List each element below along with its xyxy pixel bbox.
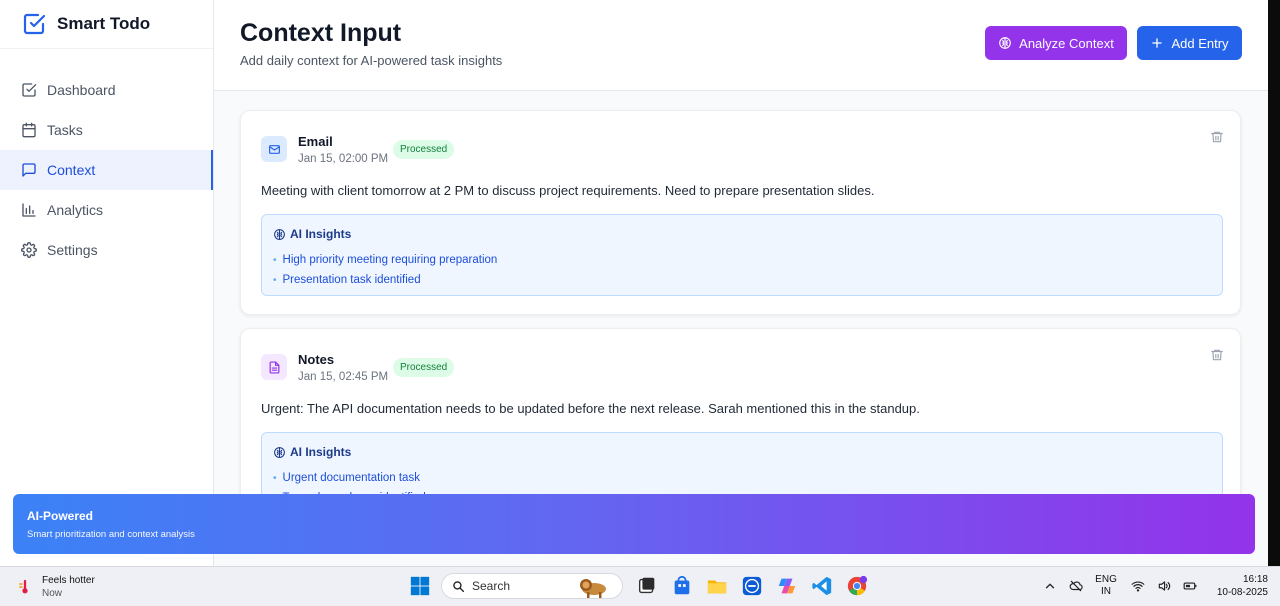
- file-explorer-icon[interactable]: [703, 572, 731, 600]
- brain-icon: [274, 228, 285, 240]
- entry-source: Notes: [298, 352, 335, 367]
- sidebar-item-label: Analytics: [47, 202, 104, 218]
- sidebar-item-label: Context: [47, 162, 96, 178]
- vscode-icon[interactable]: [808, 572, 836, 600]
- context-entry-card: Email Jan 15, 02:00 PM Processed Meeting…: [240, 110, 1241, 315]
- sidebar-item-label: Settings: [47, 242, 98, 258]
- entry-content: Meeting with client tomorrow at 2 PM to …: [261, 183, 875, 198]
- taskbar: Feels hotter Now Search ENG IN 16:18 10-…: [0, 566, 1280, 606]
- chevron-up-icon[interactable]: [1043, 579, 1057, 593]
- sidebar-item-dashboard[interactable]: Dashboard: [0, 70, 213, 110]
- ai-powered-banner: AI-Powered Smart prioritization and cont…: [13, 494, 1255, 554]
- sidebar-item-analytics[interactable]: Analytics: [0, 190, 213, 230]
- entry-source: Email: [298, 134, 333, 149]
- search-placeholder: Search: [472, 579, 511, 593]
- weather-title: Feels hotter: [42, 575, 95, 586]
- document-icon: [261, 354, 287, 380]
- language-code: ENG: [1095, 574, 1117, 585]
- banner-subtitle: Smart prioritization and context analysi…: [27, 529, 195, 540]
- cloud-sync-icon[interactable]: [1069, 579, 1083, 593]
- ai-insights-heading: AI Insights: [273, 445, 351, 459]
- system-tray: ENG IN 16:18 10-08-2025: [1043, 573, 1268, 599]
- region-code: IN: [1101, 586, 1111, 597]
- brand[interactable]: Smart Todo: [0, 0, 213, 49]
- ai-insights-title: AI Insights: [290, 227, 352, 241]
- ai-insights-title: AI Insights: [290, 445, 352, 459]
- battery-icon[interactable]: [1183, 579, 1197, 593]
- brain-icon: [274, 446, 285, 458]
- weather-subtitle: Now: [42, 588, 63, 599]
- sidebar-item-tasks[interactable]: Tasks: [0, 110, 213, 150]
- trash-icon[interactable]: [1210, 348, 1224, 362]
- entry-timestamp: Jan 15, 02:45 PM: [298, 371, 389, 383]
- checkbox-icon: [22, 83, 37, 97]
- sidebar: Smart Todo Dashboard Tasks Context Analy…: [0, 0, 214, 566]
- sidebar-nav: Dashboard Tasks Context Analytics Settin…: [0, 70, 213, 270]
- page-subtitle: Add daily context for AI-powered task in…: [240, 53, 503, 68]
- volume-icon[interactable]: [1157, 579, 1171, 593]
- banner-title: AI-Powered: [27, 509, 94, 523]
- page-title: Context Input: [240, 19, 402, 47]
- add-entry-button[interactable]: Add Entry: [1137, 26, 1242, 60]
- clock-time: 16:18: [1242, 574, 1268, 585]
- language-indicator[interactable]: ENG IN: [1095, 574, 1117, 598]
- thermometer-icon: [19, 579, 28, 594]
- sidebar-item-context[interactable]: Context: [0, 150, 213, 190]
- insight-item: Presentation task identified: [273, 270, 497, 290]
- insight-item: High priority meeting requiring preparat…: [273, 250, 498, 270]
- analyze-context-button[interactable]: Analyze Context: [985, 26, 1127, 60]
- ai-insights-panel: AI Insights High priority meeting requir…: [261, 214, 1223, 296]
- ai-insights-heading: AI Insights: [273, 227, 351, 241]
- copilot-icon[interactable]: [773, 572, 801, 600]
- entry-timestamp: Jan 15, 02:00 PM: [298, 153, 389, 165]
- trash-icon[interactable]: [1210, 130, 1224, 144]
- dell-icon[interactable]: [738, 572, 766, 600]
- clock[interactable]: 16:18 10-08-2025: [1217, 573, 1268, 599]
- insight-item: Urgent documentation task: [273, 468, 426, 488]
- calendar-icon: [22, 122, 36, 138]
- taskbar-search[interactable]: Search: [441, 573, 623, 599]
- sidebar-item-label: Dashboard: [47, 82, 116, 98]
- clock-date: 10-08-2025: [1216, 587, 1268, 598]
- analyze-context-label: Analyze Context: [1019, 35, 1114, 51]
- search-icon: [453, 580, 465, 592]
- window-edge: [1268, 0, 1280, 566]
- add-entry-label: Add Entry: [1171, 35, 1229, 51]
- app-name: Smart Todo: [57, 14, 151, 33]
- taskbar-apps: Search: [406, 572, 878, 600]
- sidebar-item-settings[interactable]: Settings: [0, 230, 213, 270]
- store-icon[interactable]: [668, 572, 696, 600]
- checkbox-logo-icon: [23, 13, 46, 35]
- insight-list: High priority meeting requiring preparat…: [273, 250, 498, 290]
- brain-icon: [999, 37, 1011, 49]
- wifi-icon[interactable]: [1131, 579, 1145, 593]
- chrome-icon[interactable]: [843, 572, 871, 600]
- task-view-icon[interactable]: [633, 572, 661, 600]
- weather-widget[interactable]: Feels hotter Now: [16, 574, 95, 600]
- chat-icon: [22, 163, 36, 177]
- status-badge: Processed: [393, 358, 455, 377]
- mail-icon: [261, 136, 287, 162]
- page-header: Context Input Add daily context for AI-p…: [214, 0, 1268, 91]
- gear-icon: [21, 242, 37, 258]
- entry-content: Urgent: The API documentation needs to b…: [261, 401, 920, 416]
- windows-start-icon[interactable]: [406, 572, 434, 600]
- status-badge: Processed: [393, 140, 455, 159]
- sidebar-item-label: Tasks: [47, 122, 83, 138]
- lion-illustration-icon: [580, 579, 606, 598]
- bar-chart-icon: [22, 203, 36, 217]
- plus-icon: [1152, 38, 1163, 48]
